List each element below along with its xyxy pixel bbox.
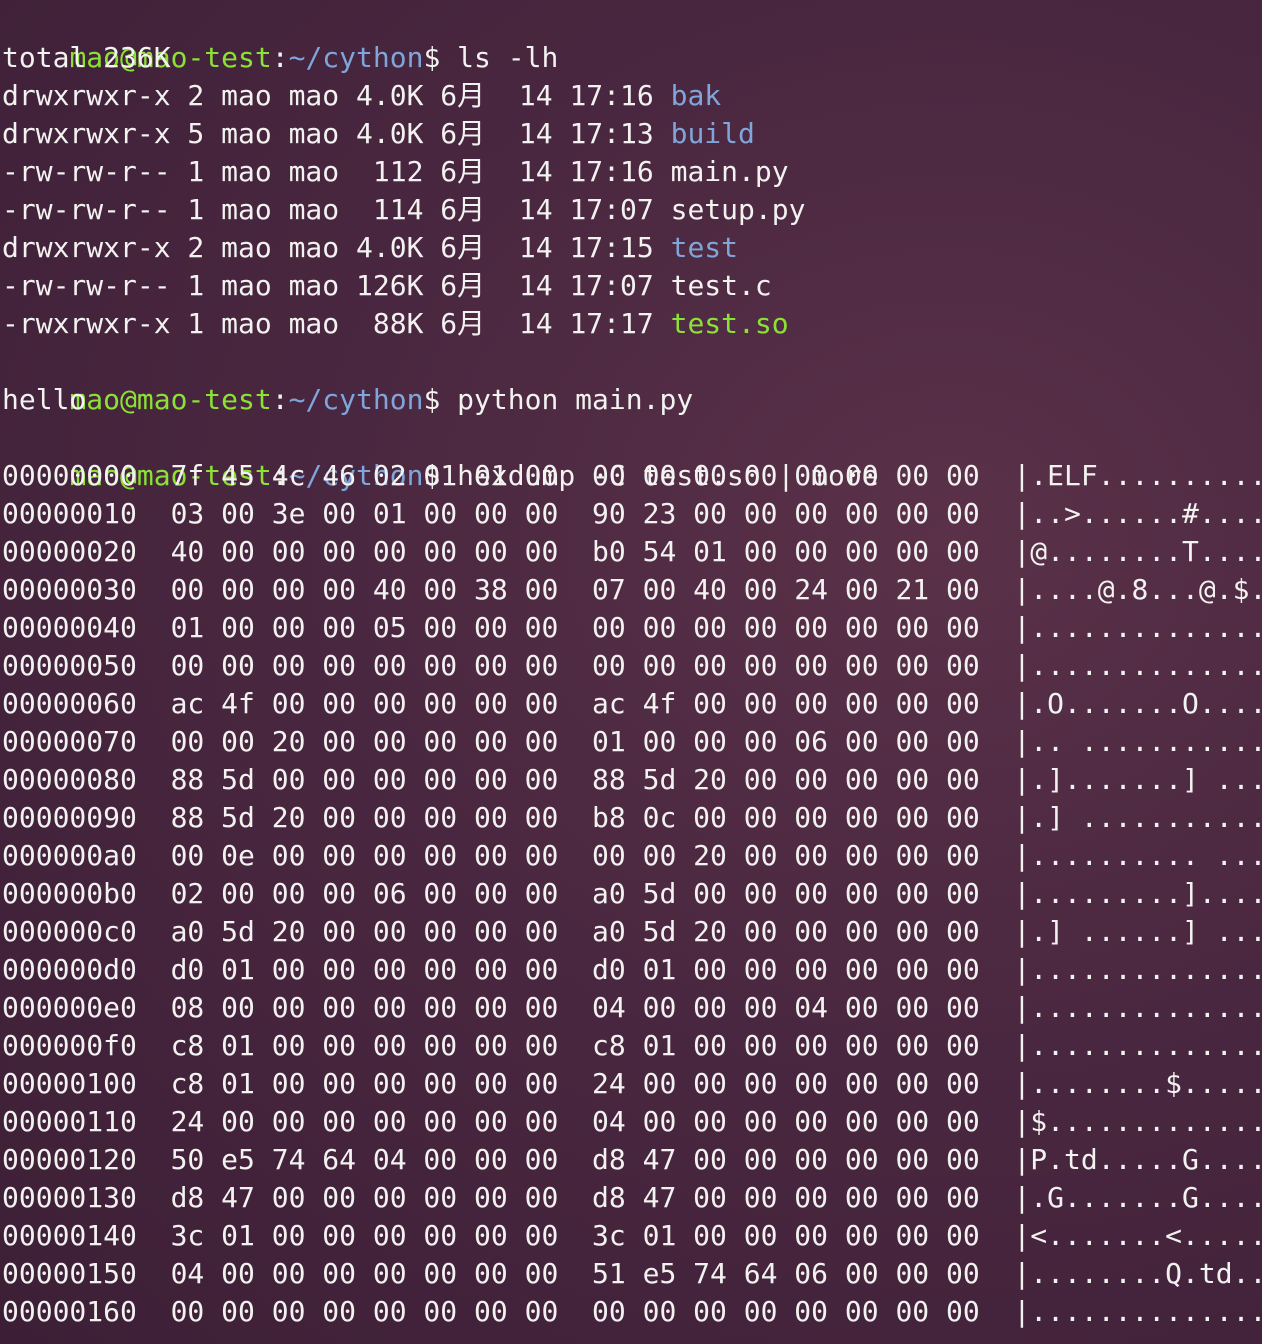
ls-row: drwxrwxr-x 2 mao mao 4.0K 6月 14 17:15 te…	[2, 229, 1262, 267]
command-text: ls -lh	[457, 41, 559, 74]
ls-row-filename: bak	[670, 79, 722, 112]
ls-row-meta: drwxrwxr-x 2 mao mao 4.0K 6月 14 17:15	[2, 231, 671, 264]
prompt-symbol: $	[423, 383, 458, 416]
ls-row-meta: drwxrwxr-x 2 mao mao 4.0K 6月 14 17:16	[2, 79, 671, 112]
command-line-ls: mao@mao-test:~/cython$ ls -lh	[2, 1, 1262, 74]
command-line-python: mao@mao-test:~/cython$ python main.py	[2, 343, 1262, 416]
hexdump-line: 00000060 ac 4f 00 00 00 00 00 00 ac 4f 0…	[2, 687, 1262, 720]
hexdump-line: 000000f0 c8 01 00 00 00 00 00 00 c8 01 0…	[2, 1029, 1262, 1062]
ls-row: -rw-rw-r-- 1 mao mao 112 6月 14 17:16 mai…	[2, 153, 1262, 191]
ls-row-meta: -rw-rw-r-- 1 mao mao 112 6月 14 17:16	[2, 155, 671, 188]
hexdump-line: 00000100 c8 01 00 00 00 00 00 00 24 00 0…	[2, 1067, 1262, 1100]
prompt-path: ~/cython	[288, 41, 424, 74]
hexdump-line: 000000a0 00 0e 00 00 00 00 00 00 00 00 2…	[2, 839, 1262, 872]
hexdump-line: 000000b0 02 00 00 00 06 00 00 00 a0 5d 0…	[2, 877, 1262, 910]
hexdump-output: 00000000 7f 45 4c 46 02 01 01 00 00 00 0…	[2, 457, 1262, 1331]
ls-row-meta: -rw-rw-r-- 1 mao mao 114 6月 14 17:07	[2, 193, 671, 226]
hexdump-line: 00000000 7f 45 4c 46 02 01 01 00 00 00 0…	[2, 459, 1262, 492]
hexdump-line: 00000110 24 00 00 00 00 00 00 00 04 00 0…	[2, 1105, 1262, 1138]
ls-row: -rwxrwxr-x 1 mao mao 88K 6月 14 17:17 tes…	[2, 305, 1262, 343]
hexdump-line: 00000120 50 e5 74 64 04 00 00 00 d8 47 0…	[2, 1143, 1262, 1176]
ls-row-meta: -rw-rw-r-- 1 mao mao 126K 6月 14 17:07	[2, 269, 671, 302]
ls-row-filename: build	[670, 117, 755, 150]
ls-row: -rw-rw-r-- 1 mao mao 126K 6月 14 17:07 te…	[2, 267, 1262, 305]
prompt-colon: :	[271, 41, 289, 74]
ls-row: drwxrwxr-x 5 mao mao 4.0K 6月 14 17:13 bu…	[2, 115, 1262, 153]
hexdump-line: 00000040 01 00 00 00 05 00 00 00 00 00 0…	[2, 611, 1262, 644]
ls-row-filename: test.c	[670, 269, 772, 302]
hexdump-line: 00000050 00 00 00 00 00 00 00 00 00 00 0…	[2, 649, 1262, 682]
prompt-colon: :	[271, 383, 289, 416]
hexdump-line: 00000090 88 5d 20 00 00 00 00 00 b8 0c 0…	[2, 801, 1262, 834]
hexdump-line: 00000140 3c 01 00 00 00 00 00 00 3c 01 0…	[2, 1219, 1262, 1252]
hexdump-line: 00000160 00 00 00 00 00 00 00 00 00 00 0…	[2, 1295, 1262, 1328]
terminal-window[interactable]: mao@mao-test:~/cython$ ls -lh total 236K…	[0, 0, 1262, 1344]
prompt-user-host: mao@mao-test	[69, 383, 272, 416]
ls-row-filename: test.so	[670, 307, 789, 340]
ls-row: -rw-rw-r-- 1 mao mao 114 6月 14 17:07 set…	[2, 191, 1262, 229]
hexdump-line: 00000030 00 00 00 00 40 00 38 00 07 00 4…	[2, 573, 1262, 606]
ls-listing: drwxrwxr-x 2 mao mao 4.0K 6月 14 17:16 ba…	[2, 77, 1262, 343]
hexdump-line: 00000010 03 00 3e 00 01 00 00 00 90 23 0…	[2, 497, 1262, 530]
hexdump-line: 000000d0 d0 01 00 00 00 00 00 00 d0 01 0…	[2, 953, 1262, 986]
ls-row: drwxrwxr-x 2 mao mao 4.0K 6月 14 17:16 ba…	[2, 77, 1262, 115]
command-line-hexdump: mao@mao-test:~/cython$ hexdump -C test.s…	[2, 419, 1262, 492]
ls-row-meta: drwxrwxr-x 5 mao mao 4.0K 6月 14 17:13	[2, 117, 671, 150]
command-text: python main.py	[457, 383, 694, 416]
ls-row-filename: test	[670, 231, 739, 264]
hexdump-line: 000000e0 08 00 00 00 00 00 00 00 04 00 0…	[2, 991, 1262, 1024]
prompt-path: ~/cython	[288, 383, 424, 416]
ls-row-meta: -rwxrwxr-x 1 mao mao 88K 6月 14 17:17	[2, 307, 671, 340]
hexdump-line: 000000c0 a0 5d 20 00 00 00 00 00 a0 5d 2…	[2, 915, 1262, 948]
hexdump-line: 00000150 04 00 00 00 00 00 00 00 51 e5 7…	[2, 1257, 1262, 1290]
ls-row-filename: main.py	[670, 155, 789, 188]
hexdump-line: 00000080 88 5d 00 00 00 00 00 00 88 5d 2…	[2, 763, 1262, 796]
prompt-symbol: $	[423, 41, 458, 74]
ls-row-filename: setup.py	[670, 193, 806, 226]
hexdump-line: 00000130 d8 47 00 00 00 00 00 00 d8 47 0…	[2, 1181, 1262, 1214]
hexdump-line: 00000020 40 00 00 00 00 00 00 00 b0 54 0…	[2, 535, 1262, 568]
hexdump-line: 00000070 00 00 20 00 00 00 00 00 01 00 0…	[2, 725, 1262, 758]
